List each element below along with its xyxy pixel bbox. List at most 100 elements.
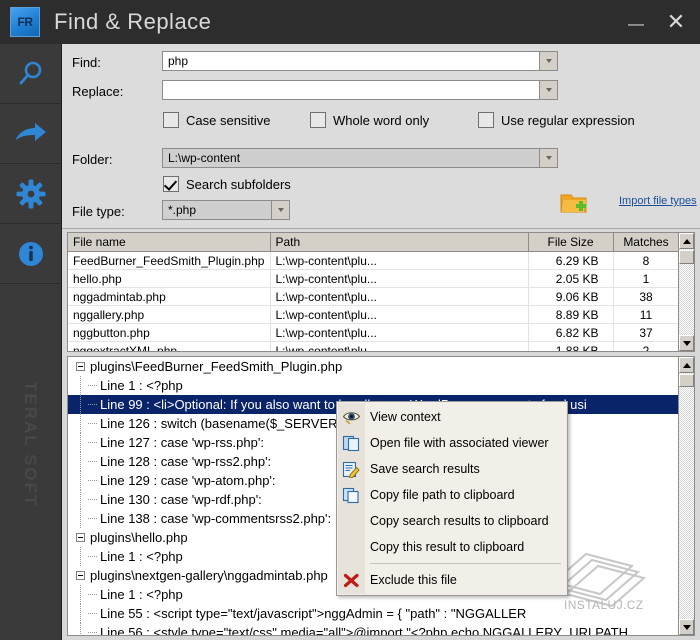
file-table: File name Path File Size Matches FeedBur… bbox=[68, 233, 680, 352]
tree-guide-line bbox=[80, 623, 81, 635]
file-list-scroll-thumb[interactable] bbox=[679, 250, 694, 264]
folder-input-value: L:\wp-content bbox=[163, 151, 539, 165]
menu-item-copy-file-path[interactable]: Copy file path to clipboard bbox=[337, 482, 567, 508]
table-row[interactable]: nggadmintab.phpL:\wp-content\plu...9.06 … bbox=[68, 288, 679, 306]
checkbox-regex[interactable]: Use regular expression bbox=[478, 112, 635, 128]
tree-node-label: Line 1 : <?php bbox=[100, 587, 183, 602]
tree-node-label: Line 56 : <style type="text/css" media="… bbox=[100, 625, 628, 635]
menu-item-copy-search-results[interactable]: Copy search results to clipboard bbox=[337, 508, 567, 534]
file-list-scroll-down-button[interactable] bbox=[679, 335, 694, 351]
cell-name: nggbutton.php bbox=[68, 324, 270, 342]
find-input[interactable]: php bbox=[162, 51, 558, 71]
tree-collapse-icon[interactable] bbox=[76, 571, 85, 580]
table-row[interactable]: nggextractXML.phpL:\wp-content\plu...1.8… bbox=[68, 342, 679, 353]
tree-match-node[interactable]: Line 55 : <script type="text/javascript"… bbox=[68, 604, 679, 623]
tree-guide-line bbox=[80, 433, 81, 452]
import-file-types-link[interactable]: Import file types bbox=[619, 195, 697, 207]
cell-size: 2.05 KB bbox=[528, 270, 613, 288]
sidebar-item-about[interactable] bbox=[0, 224, 61, 284]
replace-dropdown-arrow[interactable] bbox=[539, 81, 557, 99]
folder-dropdown-arrow[interactable] bbox=[539, 149, 557, 167]
column-path[interactable]: Path bbox=[270, 233, 528, 252]
tree-match-node[interactable]: Line 1 : <?php bbox=[68, 376, 679, 395]
column-file-size[interactable]: File Size bbox=[528, 233, 613, 252]
minimize-button[interactable]: — bbox=[620, 6, 652, 38]
table-row[interactable]: nggallery.phpL:\wp-content\plu...8.89 KB… bbox=[68, 306, 679, 324]
browse-folder-icon[interactable] bbox=[560, 191, 588, 215]
tree-scroll-up-button[interactable] bbox=[679, 357, 694, 373]
search-form: Find: php Replace: Case sensitive Whole … bbox=[62, 44, 700, 229]
tree-guide-line bbox=[80, 376, 81, 395]
table-row[interactable]: nggbutton.phpL:\wp-content\plu...6.82 KB… bbox=[68, 324, 679, 342]
tree-node-label: Line 130 : case 'wp-rdf.php': bbox=[100, 492, 262, 507]
menu-item-label: Exclude this file bbox=[370, 573, 457, 587]
column-matches[interactable]: Matches bbox=[613, 233, 679, 252]
tree-scroll-track[interactable] bbox=[679, 373, 694, 619]
tree-scroll-down-button[interactable] bbox=[679, 619, 694, 635]
menu-item-copy-this-result[interactable]: Copy this result to clipboard bbox=[337, 534, 567, 560]
table-row[interactable]: hello.phpL:\wp-content\plu...2.05 KB1 bbox=[68, 270, 679, 288]
tree-file-node[interactable]: plugins\FeedBurner_FeedSmith_Plugin.php bbox=[68, 357, 679, 376]
cell-size: 6.29 KB bbox=[528, 252, 613, 270]
menu-item-view-context[interactable]: View context bbox=[337, 404, 567, 430]
cell-path: L:\wp-content\plu... bbox=[270, 288, 528, 306]
sidebar-item-replace[interactable] bbox=[0, 104, 61, 164]
context-menu[interactable]: View context Open file with associated v… bbox=[336, 401, 568, 596]
tree-guide-line bbox=[88, 613, 97, 614]
table-row[interactable]: FeedBurner_FeedSmith_Plugin.phpL:\wp-con… bbox=[68, 252, 679, 270]
regex-box[interactable] bbox=[478, 112, 494, 128]
tree-scrollbar[interactable] bbox=[678, 357, 694, 635]
replace-input[interactable] bbox=[162, 80, 558, 100]
tree-guide-line bbox=[88, 423, 97, 424]
tree-guide-line bbox=[80, 585, 81, 604]
tree-guide-line bbox=[80, 547, 81, 566]
file-type-input[interactable]: *.php bbox=[162, 200, 290, 220]
cell-size: 9.06 KB bbox=[528, 288, 613, 306]
sidebar-brand-text: TERAL SOFT bbox=[0, 294, 61, 594]
tree-collapse-icon[interactable] bbox=[76, 362, 85, 371]
checkbox-case-sensitive[interactable]: Case sensitive bbox=[163, 112, 271, 128]
find-replace-window: FR Find & Replace — ✕ bbox=[0, 0, 700, 640]
menu-item-save-results[interactable]: Save search results bbox=[337, 456, 567, 482]
file-list-scrollbar[interactable] bbox=[678, 233, 694, 351]
menu-item-label: View context bbox=[370, 410, 441, 424]
cell-path: L:\wp-content\plu... bbox=[270, 306, 528, 324]
file-type-dropdown-arrow[interactable] bbox=[271, 201, 289, 219]
tree-match-node[interactable]: Line 56 : <style type="text/css" media="… bbox=[68, 623, 679, 635]
whole-word-box[interactable] bbox=[310, 112, 326, 128]
tree-node-label: plugins\FeedBurner_FeedSmith_Plugin.php bbox=[90, 359, 342, 374]
cell-path: L:\wp-content\plu... bbox=[270, 270, 528, 288]
cell-size: 8.89 KB bbox=[528, 306, 613, 324]
results-file-list[interactable]: File name Path File Size Matches FeedBur… bbox=[67, 232, 695, 352]
sidebar-item-settings[interactable] bbox=[0, 164, 61, 224]
menu-item-exclude-file[interactable]: Exclude this file bbox=[337, 567, 567, 593]
folder-input[interactable]: L:\wp-content bbox=[162, 148, 558, 168]
file-list-scroll-up-button[interactable] bbox=[679, 233, 694, 249]
documents-icon bbox=[341, 434, 361, 452]
menu-item-label: Copy this result to clipboard bbox=[370, 540, 524, 554]
cell-path: L:\wp-content\plu... bbox=[270, 324, 528, 342]
tree-scroll-thumb[interactable] bbox=[679, 374, 694, 387]
tree-guide-line bbox=[88, 518, 97, 519]
tree-guide-line bbox=[88, 594, 97, 595]
menu-item-label: Open file with associated viewer bbox=[370, 436, 549, 450]
sidebar-item-search[interactable] bbox=[0, 44, 61, 104]
search-subfolders-box[interactable] bbox=[163, 176, 179, 192]
menu-item-open-file[interactable]: Open file with associated viewer bbox=[337, 430, 567, 456]
find-dropdown-arrow[interactable] bbox=[539, 52, 557, 70]
cell-name: nggallery.php bbox=[68, 306, 270, 324]
tree-guide-line bbox=[88, 442, 97, 443]
tree-guide-line bbox=[80, 395, 81, 414]
cell-name: nggextractXML.php bbox=[68, 342, 270, 353]
tree-guide-line bbox=[88, 499, 97, 500]
checkbox-search-subfolders[interactable]: Search subfolders bbox=[163, 176, 291, 192]
tree-guide-line bbox=[88, 556, 97, 557]
window-title: Find & Replace bbox=[54, 9, 211, 35]
column-file-name[interactable]: File name bbox=[68, 233, 270, 252]
app-logo-text: FR bbox=[18, 15, 33, 29]
magnifier-icon bbox=[16, 59, 46, 89]
case-sensitive-box[interactable] bbox=[163, 112, 179, 128]
tree-collapse-icon[interactable] bbox=[76, 533, 85, 542]
checkbox-whole-word[interactable]: Whole word only bbox=[310, 112, 429, 128]
close-button[interactable]: ✕ bbox=[660, 6, 692, 38]
